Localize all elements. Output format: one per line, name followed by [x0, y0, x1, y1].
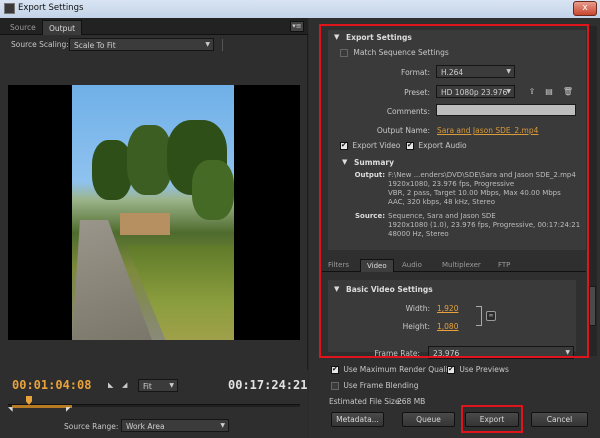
zoom-value: Fit	[143, 382, 152, 391]
chevron-down-icon: ▼	[169, 382, 174, 389]
close-button[interactable]: x	[573, 1, 597, 16]
chevron-down-icon: ▼	[205, 41, 210, 48]
out-point-icon[interactable]: ◤	[66, 406, 71, 413]
app-icon	[4, 3, 15, 14]
mark-out-icon[interactable]: ◢	[122, 381, 127, 389]
source-range-dropdown[interactable]: Work Area ▼	[121, 419, 229, 432]
use-previews-row[interactable]: Use Previews	[447, 365, 509, 374]
divider	[222, 39, 223, 51]
timeline-area: 00:01:04:08 ◣ ◢ Fit ▼ 00:17:24:21 ◥ ◤ So…	[0, 370, 308, 438]
source-scaling-value: Scale To Fit	[74, 41, 116, 50]
settings-scrollbar[interactable]	[588, 26, 597, 356]
road-shape	[72, 220, 152, 340]
scrollbar-thumb[interactable]	[589, 286, 596, 326]
file-size-value: 268 MB	[397, 397, 426, 406]
frame-blending-row[interactable]: Use Frame Blending	[331, 381, 419, 390]
cancel-button[interactable]: Cancel	[531, 412, 588, 427]
source-range-label: Source Range:	[64, 422, 119, 431]
tab-source[interactable]: Source	[4, 20, 42, 35]
in-point-icon[interactable]: ◥	[8, 406, 13, 413]
chevron-down-icon: ▼	[220, 422, 225, 429]
frame-blending-checkbox[interactable]	[331, 382, 339, 390]
preview-frame	[72, 85, 234, 340]
file-size-label: Estimated File Size:	[329, 397, 403, 406]
current-timecode[interactable]: 00:01:04:08	[12, 378, 91, 392]
export-button[interactable]: Export	[465, 412, 519, 427]
tree-shape	[92, 140, 132, 200]
max-render-quality-checkbox[interactable]	[331, 365, 339, 374]
zoom-dropdown[interactable]: Fit ▼	[138, 379, 178, 392]
tree-shape	[192, 160, 234, 220]
tab-output[interactable]: Output	[42, 20, 83, 35]
highlight-box	[319, 24, 589, 358]
work-area-bar[interactable]	[12, 405, 72, 408]
mark-in-icon[interactable]: ◣	[108, 381, 113, 389]
metadata-button[interactable]: Metadata...	[331, 412, 384, 427]
title-bar: Export Settings x	[0, 0, 600, 18]
panel-menu-button[interactable]: ▾≡	[290, 21, 304, 32]
use-previews-checkbox[interactable]	[447, 365, 455, 374]
max-render-quality-row[interactable]: Use Maximum Render Quality	[331, 365, 455, 374]
window-title: Export Settings	[18, 3, 84, 13]
source-range-value: Work Area	[126, 422, 165, 431]
source-scaling-label: Source Scaling:	[11, 40, 69, 49]
source-scaling-dropdown[interactable]: Scale To Fit ▼	[69, 38, 214, 51]
max-render-quality-label: Use Maximum Render Quality	[343, 365, 456, 374]
tree-shape	[127, 125, 172, 195]
close-icon: x	[582, 3, 588, 13]
use-previews-label: Use Previews	[459, 365, 509, 374]
source-output-tabs: Source Output ▾≡	[0, 18, 308, 35]
video-preview	[8, 85, 300, 340]
queue-button[interactable]: Queue	[402, 412, 455, 427]
frame-blending-label: Use Frame Blending	[343, 381, 419, 390]
hay-bale-shape	[120, 213, 170, 235]
duration-timecode: 00:17:24:21	[228, 378, 308, 392]
